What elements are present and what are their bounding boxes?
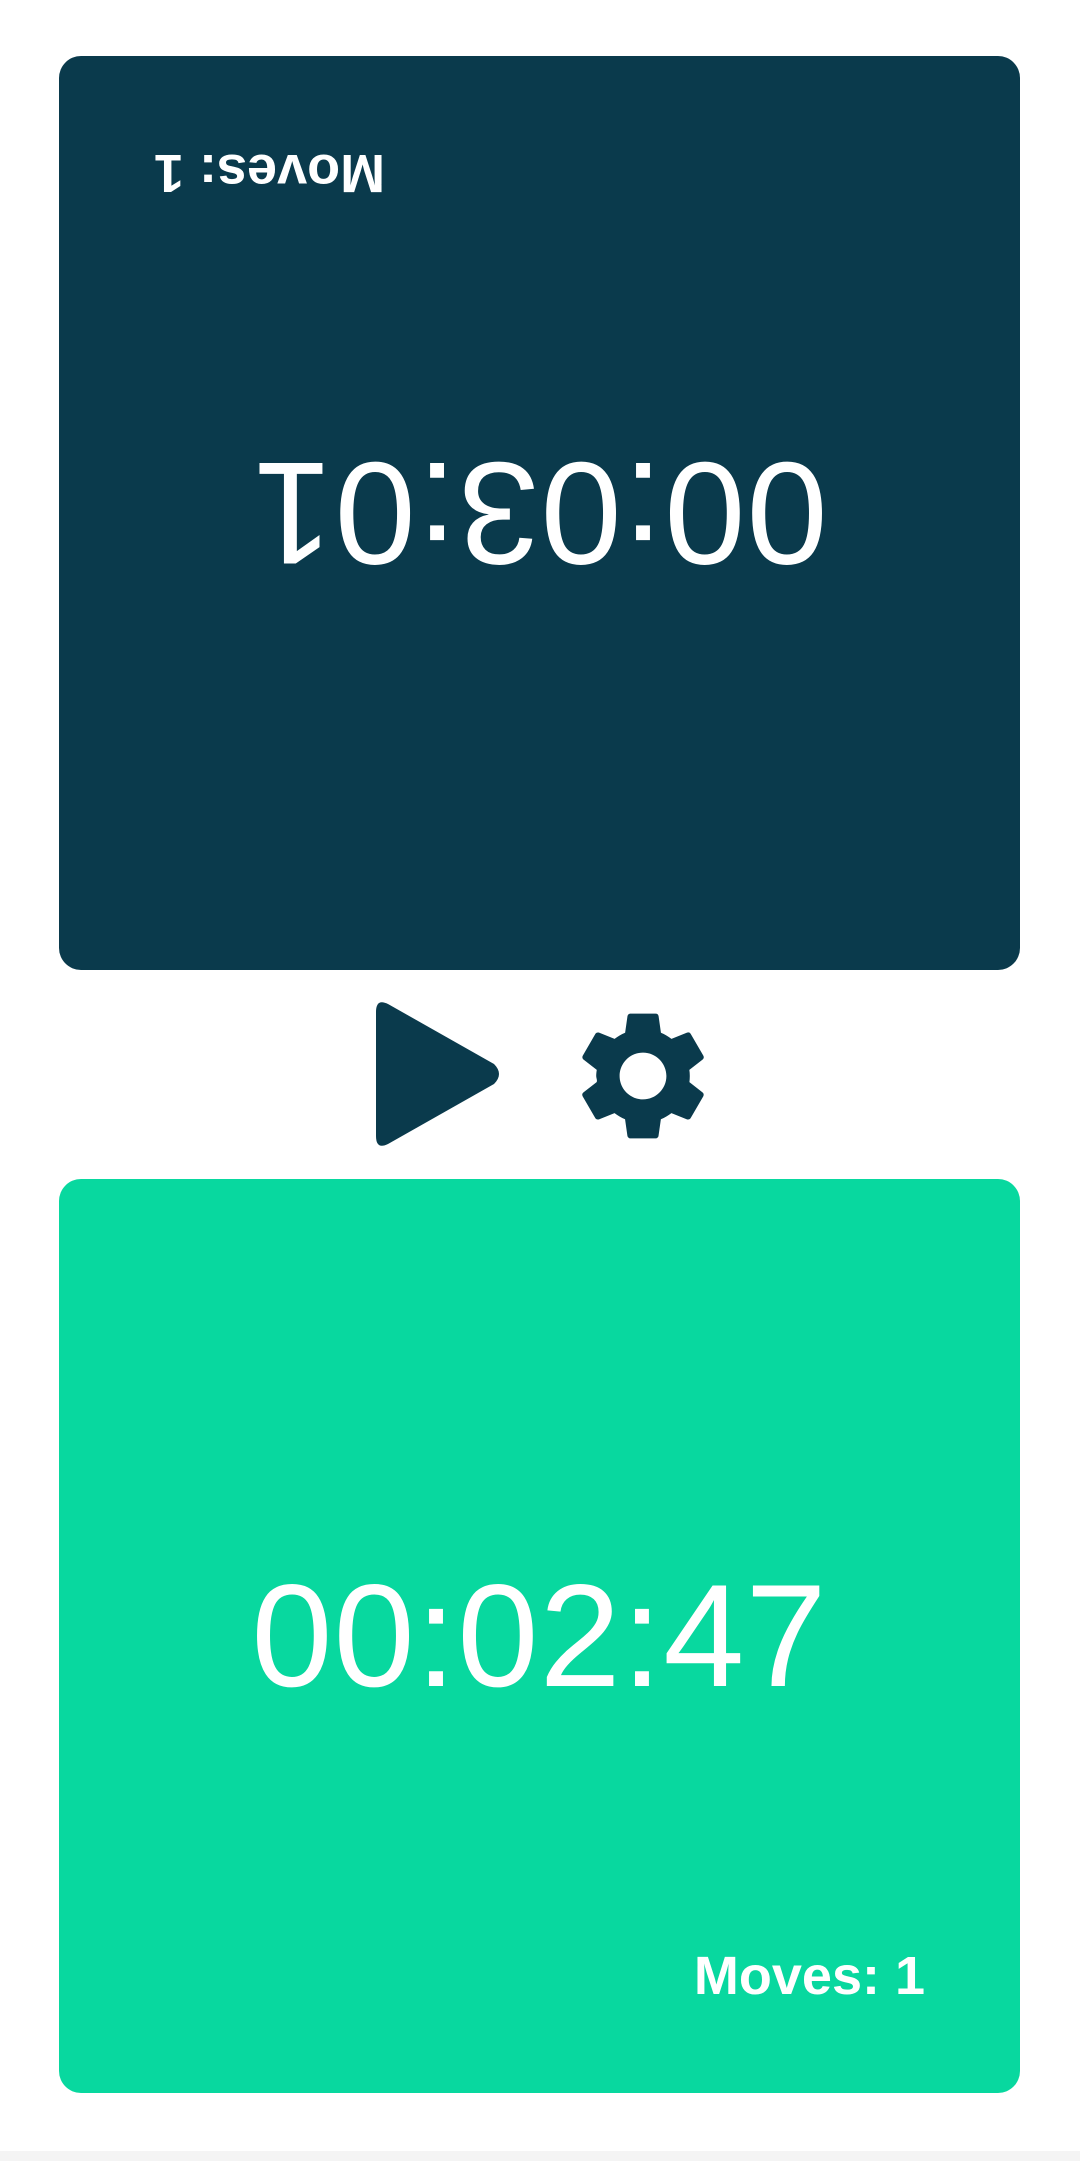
opponent-clock-panel[interactable]: 00:03:01 Moves: 1 xyxy=(59,56,1020,970)
gear-icon xyxy=(582,1013,704,1139)
control-bar xyxy=(0,990,1080,1160)
settings-button[interactable] xyxy=(565,998,721,1154)
play-icon xyxy=(376,1002,499,1146)
opponent-moves-count: Moves: 1 xyxy=(154,143,386,203)
opponent-time: 00:03:01 xyxy=(251,432,828,595)
player-clock-panel[interactable]: 00:02:47 Moves: 1 xyxy=(59,1179,1020,2093)
navigation-bar-strip xyxy=(0,2151,1080,2161)
play-button[interactable] xyxy=(366,998,506,1150)
player-time: 00:02:47 xyxy=(251,1554,828,1717)
chess-clock-screen: 00:03:01 Moves: 1 00:02:47 Moves: 1 xyxy=(0,0,1080,2161)
player-moves-count: Moves: 1 xyxy=(693,1946,925,2006)
